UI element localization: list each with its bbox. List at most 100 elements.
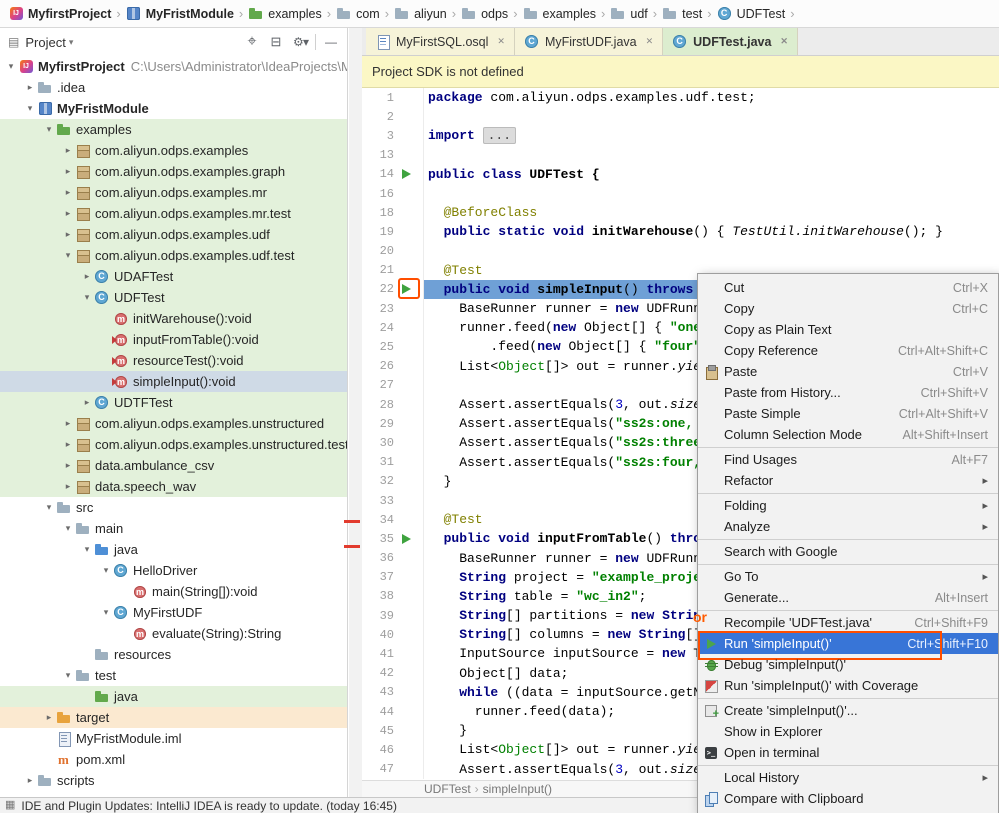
tree-item[interactable]: ▸com.aliyun.odps.examples [0, 140, 347, 161]
breadcrumb-item[interactable]: MyfirstProject [6, 6, 113, 22]
tree-chevron-closed-icon[interactable]: ▸ [80, 271, 94, 282]
tree-item[interactable]: ▾UDFTest [0, 287, 347, 308]
code-line[interactable]: 20 [362, 242, 999, 261]
settings-icon[interactable] [288, 31, 312, 53]
tree-chevron-closed-icon[interactable]: ▸ [23, 82, 37, 93]
tree-chevron-open-icon[interactable]: ▾ [99, 607, 113, 618]
collapse-all-icon[interactable] [264, 31, 288, 53]
tree-chevron-open-icon[interactable]: ▾ [42, 124, 56, 135]
tree-item[interactable]: ▾com.aliyun.odps.examples.udf.test [0, 245, 347, 266]
code-line[interactable]: 19 public static void initWarehouse() { … [362, 222, 999, 241]
tree-item[interactable]: ▸.idea [0, 77, 347, 98]
menu-item[interactable]: Show in Explorer [698, 721, 998, 742]
status-message[interactable]: IDE and Plugin Updates: IntelliJ IDEA is… [21, 799, 397, 813]
tree-item[interactable]: ▸com.aliyun.odps.examples.mr [0, 182, 347, 203]
breadcrumb-item[interactable]: odps [459, 6, 510, 22]
tree-chevron-open-icon[interactable]: ▾ [4, 61, 18, 72]
tree-item[interactable]: ▾src [0, 497, 347, 518]
tree-chevron-closed-icon[interactable]: ▸ [80, 397, 94, 408]
menu-item[interactable]: Column Selection ModeAlt+Shift+Insert [698, 424, 998, 445]
breadcrumb-item[interactable]: examples [246, 6, 324, 22]
tree-item[interactable]: ▾MyFristModule [0, 98, 347, 119]
menu-item[interactable]: Debug 'simpleInput()' [698, 654, 998, 675]
tree-chevron-closed-icon[interactable]: ▸ [61, 145, 75, 156]
menu-item[interactable]: Paste SimpleCtrl+Alt+Shift+V [698, 403, 998, 424]
tree-chevron-closed-icon[interactable]: ▸ [61, 166, 75, 177]
code-line[interactable]: 16 [362, 184, 999, 203]
locate-icon[interactable] [240, 31, 264, 53]
tree-chevron-closed-icon[interactable]: ▸ [61, 439, 75, 450]
breadcrumb-item[interactable]: com [334, 6, 382, 22]
code-line[interactable]: 1package com.aliyun.odps.examples.udf.te… [362, 88, 999, 107]
tree-item[interactable]: inputFromTable():void [0, 329, 347, 350]
editor-breadcrumb-item[interactable]: simpleInput() [479, 782, 556, 796]
tab-MyFirstSQL.osql[interactable]: MyFirstSQL.osql✕ [366, 28, 515, 55]
menu-item[interactable]: CutCtrl+X [698, 277, 998, 298]
breadcrumb-item[interactable]: test [660, 6, 704, 22]
tree-item[interactable]: MyFristModule.iml [0, 728, 347, 749]
menu-item[interactable]: Find UsagesAlt+F7 [698, 449, 998, 470]
tree-chevron-open-icon[interactable]: ▾ [61, 250, 75, 261]
tree-chevron-closed-icon[interactable]: ▸ [61, 460, 75, 471]
menu-item[interactable]: Local History▸ [698, 767, 998, 788]
tree-item[interactable]: java [0, 686, 347, 707]
tree-item[interactable]: ▸data.ambulance_csv [0, 455, 347, 476]
tree-item[interactable]: evaluate(String):String [0, 623, 347, 644]
code-line[interactable]: 13 [362, 146, 999, 165]
run-icon[interactable] [402, 169, 411, 179]
menu-item[interactable]: CopyCtrl+C [698, 298, 998, 319]
tree-chevron-open-icon[interactable]: ▾ [61, 670, 75, 681]
tree-item[interactable]: ▸com.aliyun.odps.examples.unstructured.t… [0, 434, 347, 455]
tree-item[interactable]: ▾examples [0, 119, 347, 140]
tree-item[interactable]: ▾test [0, 665, 347, 686]
menu-item[interactable]: Refactor▸ [698, 470, 998, 491]
tree-chevron-open-icon[interactable]: ▾ [61, 523, 75, 534]
breadcrumb-item[interactable]: MyFristModule [124, 6, 236, 22]
code-line[interactable]: 14public class UDFTest { [362, 165, 999, 184]
breadcrumb-item[interactable]: aliyun [392, 6, 449, 22]
tree-item[interactable]: ▾java [0, 539, 347, 560]
project-panel-title[interactable]: Project [25, 35, 65, 50]
tree-chevron-open-icon[interactable]: ▾ [23, 103, 37, 114]
tree-chevron-open-icon[interactable]: ▾ [80, 292, 94, 303]
tab-UDFTest.java[interactable]: UDFTest.java✕ [663, 28, 798, 55]
tree-chevron-closed-icon[interactable]: ▸ [61, 208, 75, 219]
tree-item[interactable]: initWarehouse():void [0, 308, 347, 329]
menu-item[interactable]: Analyze▸ [698, 516, 998, 537]
tree-chevron-closed-icon[interactable]: ▸ [42, 712, 56, 723]
menu-item[interactable]: Compare with Clipboard [698, 788, 998, 809]
code-line[interactable]: 3import ... [362, 126, 999, 145]
tree-item[interactable]: ▸scripts [0, 770, 347, 791]
tree-item[interactable]: ▸com.aliyun.odps.examples.mr.test [0, 203, 347, 224]
menu-item[interactable]: Paste from History...Ctrl+Shift+V [698, 382, 998, 403]
tree-item[interactable]: ▸com.aliyun.odps.examples.graph [0, 161, 347, 182]
tree-item[interactable]: resources [0, 644, 347, 665]
menu-item[interactable]: Run 'simpleInput()' with Coverage [698, 675, 998, 696]
menu-item[interactable]: Search with Google [698, 541, 998, 562]
tree-item[interactable]: ▾MyFirstUDF [0, 602, 347, 623]
menu-item[interactable]: Recompile 'UDFTest.java'Ctrl+Shift+F9 [698, 612, 998, 633]
tree-item[interactable]: simpleInput():void [0, 371, 347, 392]
menu-item[interactable]: Go To▸ [698, 566, 998, 587]
tab-MyFirstUDF.java[interactable]: MyFirstUDF.java✕ [515, 28, 663, 55]
run-icon[interactable] [402, 284, 411, 294]
menu-item[interactable]: Generate...Alt+Insert [698, 587, 998, 608]
tool-window-switcher-icon[interactable]: ▦ [5, 800, 15, 811]
tree-item[interactable]: ▾HelloDriver [0, 560, 347, 581]
tree-chevron-closed-icon[interactable]: ▸ [61, 187, 75, 198]
tree-item[interactable]: ▸com.aliyun.odps.examples.udf [0, 224, 347, 245]
menu-item[interactable]: Folding▸ [698, 495, 998, 516]
tree-chevron-closed-icon[interactable]: ▸ [61, 418, 75, 429]
menu-item[interactable]: Create 'simpleInput()'... [698, 700, 998, 721]
run-icon[interactable] [402, 534, 411, 544]
close-icon[interactable]: ✕ [780, 36, 788, 47]
tree-item[interactable]: ▾MyfirstProjectC:\Users\Administrator\Id… [0, 56, 347, 77]
tree-item[interactable]: ▾main [0, 518, 347, 539]
tree-item[interactable]: ▸data.speech_wav [0, 476, 347, 497]
tree-item[interactable]: ▸com.aliyun.odps.examples.unstructured [0, 413, 347, 434]
tree-item[interactable]: ▸UDAFTest [0, 266, 347, 287]
tree-chevron-closed-icon[interactable]: ▸ [23, 775, 37, 786]
tree-item[interactable]: ▸target [0, 707, 347, 728]
editor-breadcrumb-item[interactable]: UDFTest [420, 782, 475, 796]
menu-item[interactable]: Run 'simpleInput()'Ctrl+Shift+F10 [698, 633, 998, 654]
